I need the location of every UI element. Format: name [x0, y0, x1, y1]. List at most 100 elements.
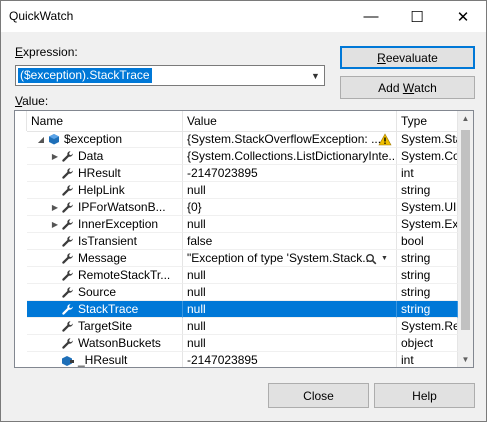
magnifier-icon[interactable]: ▼ [365, 250, 388, 266]
cell-name[interactable]: ▶ Data [27, 148, 183, 165]
cell-value[interactable]: {System.StackOverflowException: ... [183, 131, 397, 148]
table-row[interactable]: ▶ Data {System.Collections.ListDictionaryI… [15, 148, 458, 165]
cell-value[interactable]: null [183, 318, 397, 335]
cell-name[interactable]: WatsonBuckets [27, 335, 183, 352]
table-row[interactable]: Message "Exception of type 'System.Stack.… [15, 250, 458, 267]
row-value-text: -2147023895 [187, 166, 258, 180]
column-header-value[interactable]: Value [183, 111, 397, 131]
expand-arrow-icon[interactable]: ▶ [49, 148, 61, 164]
expand-arrow-icon[interactable]: ▶ [49, 199, 61, 215]
expand-arrow-icon[interactable]: ▶ [49, 216, 61, 232]
cell-value[interactable]: false [183, 233, 397, 250]
wrench-icon [61, 150, 75, 163]
cell-type[interactable]: string [397, 284, 458, 301]
table-row[interactable]: HResult -2147023895 int [15, 165, 458, 182]
row-value-text: null [187, 319, 206, 333]
cell-name[interactable]: StackTrace [27, 301, 183, 318]
cell-value[interactable]: null [183, 284, 397, 301]
cell-type[interactable]: string [397, 301, 458, 318]
row-value-text: "Exception of type 'System.Stack... [187, 251, 373, 265]
row-value-text: null [187, 285, 206, 299]
cell-name[interactable]: ◢ $exception [27, 131, 183, 148]
cell-value[interactable]: -2147023895 [183, 165, 397, 182]
wrench-icon [61, 235, 75, 248]
cell-type[interactable]: int [397, 352, 458, 367]
cell-value[interactable]: null [183, 301, 397, 318]
cell-type[interactable]: System.Col... [397, 148, 458, 165]
cell-type[interactable]: System.Exc... [397, 216, 458, 233]
scroll-up-icon[interactable]: ▲ [458, 111, 473, 126]
cell-type[interactable]: System.UIn... [397, 199, 458, 216]
cell-name[interactable]: HelpLink [27, 182, 183, 199]
row-name-text: StackTrace [78, 302, 139, 316]
row-name-text: Message [78, 251, 127, 265]
cell-type[interactable]: int [397, 165, 458, 182]
table-row[interactable]: ▶ IPForWatsonB... {0} System.UIn... [15, 199, 458, 216]
row-name-text: InnerException [78, 217, 159, 231]
cell-name[interactable]: ▶ IPForWatsonB... [27, 199, 183, 216]
row-name-text: $exception [64, 132, 123, 146]
cell-type[interactable]: string [397, 267, 458, 284]
cell-value[interactable]: null [183, 182, 397, 199]
watch-grid[interactable]: Name Value Type ◢ $exception {System.Stack… [14, 110, 474, 368]
wrench-icon [61, 167, 75, 180]
value-label: Value: [15, 94, 49, 108]
table-row[interactable]: TargetSite null System.Ref... [15, 318, 458, 335]
cell-value[interactable]: -2147023895 [183, 352, 397, 367]
cell-name[interactable]: HResult [27, 165, 183, 182]
cell-value[interactable]: {0} [183, 199, 397, 216]
table-row[interactable]: _HResult -2147023895 int [15, 352, 458, 367]
expression-input[interactable]: ($exception).StackTrace [18, 68, 152, 83]
minimize-button[interactable]: — [348, 1, 394, 32]
row-name-text: Data [78, 149, 104, 163]
cell-type[interactable]: object [397, 335, 458, 352]
wrench-icon [61, 184, 75, 197]
table-row[interactable]: ▶ InnerException null System.Exc... [15, 216, 458, 233]
cell-type[interactable]: System.Sta... [397, 131, 458, 148]
table-row[interactable]: IsTransient false bool [15, 233, 458, 250]
chevron-down-icon[interactable]: ▼ [307, 66, 324, 85]
cell-name[interactable]: RemoteStackTr... [27, 267, 183, 284]
table-row[interactable]: ◢ $exception {System.StackOverflowExceptio… [15, 131, 458, 148]
cell-value[interactable]: {System.Collections.ListDictionaryInte..… [183, 148, 397, 165]
maximize-button[interactable]: ☐ [394, 1, 440, 32]
scroll-down-icon[interactable]: ▼ [458, 352, 473, 367]
row-value-text: null [187, 183, 206, 197]
cell-name[interactable]: IsTransient [27, 233, 183, 250]
table-row[interactable]: Source null string [15, 284, 458, 301]
table-row[interactable]: HelpLink null string [15, 182, 458, 199]
column-header-type[interactable]: Type [397, 111, 458, 131]
column-header-name[interactable]: Name [27, 111, 183, 131]
row-value-text: null [187, 336, 206, 350]
cell-value[interactable]: "Exception of type 'System.Stack... ▼ [183, 250, 397, 267]
cell-type[interactable]: string [397, 250, 458, 267]
row-name-text: WatsonBuckets [78, 336, 161, 350]
cell-value[interactable]: null [183, 267, 397, 284]
cell-name[interactable]: _HResult [27, 352, 183, 367]
help-button[interactable]: Help [374, 383, 475, 408]
row-name-text: Source [78, 285, 117, 299]
row-value-text: {System.StackOverflowException: ... [187, 132, 382, 146]
add-watch-button[interactable]: Add Watch [340, 76, 475, 99]
cell-type[interactable]: bool [397, 233, 458, 250]
collapse-arrow-icon[interactable]: ◢ [35, 131, 47, 147]
cell-type[interactable]: string [397, 182, 458, 199]
table-row[interactable]: WatsonBuckets null object [15, 335, 458, 352]
scroll-thumb[interactable] [461, 130, 470, 330]
cell-name[interactable]: Message [27, 250, 183, 267]
close-window-button[interactable]: ✕ [440, 1, 486, 32]
table-row[interactable]: RemoteStackTr... null string [15, 267, 458, 284]
cell-name[interactable]: TargetSite [27, 318, 183, 335]
vertical-scrollbar[interactable]: ▲ ▼ [458, 111, 473, 367]
cell-value[interactable]: null [183, 335, 397, 352]
row-name-text: RemoteStackTr... [78, 268, 171, 282]
reevaluate-button[interactable]: Reevaluate [340, 46, 475, 69]
expression-combobox[interactable]: ($exception).StackTrace ▼ [15, 65, 325, 86]
cell-type[interactable]: System.Ref... [397, 318, 458, 335]
close-button[interactable]: Close [268, 383, 369, 408]
cell-name[interactable]: Source [27, 284, 183, 301]
cell-name[interactable]: ▶ InnerException [27, 216, 183, 233]
table-row[interactable]: StackTrace null string [15, 301, 458, 318]
warning-icon[interactable] [378, 131, 392, 147]
cell-value[interactable]: null [183, 216, 397, 233]
